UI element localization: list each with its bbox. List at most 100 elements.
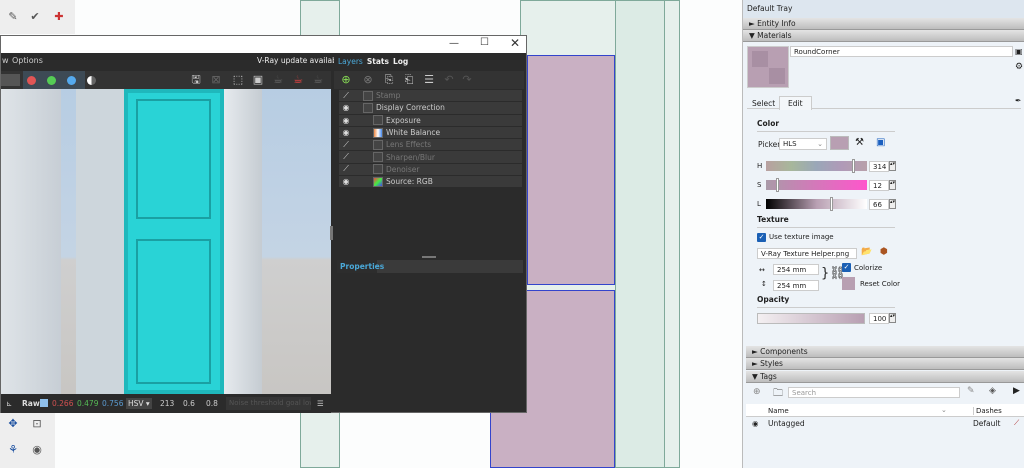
eye-off-icon[interactable]: ⟋ — [339, 140, 353, 150]
red-channel-toggle[interactable] — [27, 76, 36, 85]
opacity-value[interactable]: 100 — [869, 313, 889, 324]
s-value[interactable]: 12 — [869, 180, 889, 191]
section-materials[interactable]: ▼ Materials — [743, 30, 1024, 42]
column-dashes[interactable]: Dashes — [973, 407, 1002, 415]
log-toggle-icon[interactable]: ☰ — [317, 394, 324, 413]
tab-stats[interactable]: Stats — [367, 57, 389, 67]
lightness-slider[interactable] — [766, 197, 867, 211]
layer-source-rgb[interactable]: ◉ Source: RGB — [339, 176, 522, 189]
match-screen-color-icon[interactable]: ▣ — [876, 137, 885, 148]
toolbar-icons-top[interactable]: ✎ ✔ ✚ — [0, 0, 75, 34]
slider-thumb[interactable] — [852, 159, 855, 173]
minimize-button[interactable]: — — [449, 38, 459, 49]
alpha-channel-toggle[interactable] — [87, 76, 96, 85]
stop-render-icon[interactable]: ☕ — [291, 73, 305, 87]
paint-bucket-icon[interactable]: ⚙ — [1015, 62, 1023, 72]
check-icon[interactable]: ✔ — [28, 10, 42, 24]
delete-layer-icon[interactable]: ⊗ — [361, 73, 375, 87]
blue-channel-toggle[interactable] — [67, 76, 76, 85]
texture-width-field[interactable]: 254 mm — [773, 264, 819, 275]
section-styles[interactable]: ► Styles — [746, 358, 1024, 370]
close-button[interactable]: ✕ — [510, 36, 520, 50]
color-mode[interactable]: Raw — [22, 394, 40, 413]
layer-denoiser[interactable]: ⟋ Denoiser — [339, 163, 522, 177]
colorize-checkbox[interactable]: ✓ — [842, 263, 851, 272]
clear-image-icon[interactable]: ⊠ — [209, 73, 223, 87]
color-swatch[interactable] — [830, 136, 849, 150]
tab-log[interactable]: Log — [393, 57, 408, 67]
eye-icon[interactable]: ◉ — [339, 116, 353, 125]
reset-color-swatch[interactable] — [842, 277, 855, 290]
tab-select[interactable]: Select — [752, 99, 775, 108]
list-menu-icon[interactable]: ☰ — [422, 73, 436, 87]
layer-exposure[interactable]: ◉ Exposure — [339, 114, 522, 127]
create-material-icon[interactable]: ▣ — [1015, 47, 1023, 56]
eyedropper-icon[interactable]: ✒ — [1015, 96, 1021, 105]
eye-icon[interactable]: ◉ — [339, 128, 353, 137]
eye-icon[interactable]: ◉ — [339, 177, 353, 186]
layer-display-correction[interactable]: ◉ Display Correction — [339, 102, 522, 115]
pixel-info-icon[interactable]: ⊾ — [6, 394, 12, 413]
tool-icon[interactable]: ✚ — [52, 10, 66, 24]
save-layers-icon[interactable]: ⎗ — [402, 73, 416, 87]
hue-slider[interactable] — [766, 159, 867, 173]
color-space-dropdown[interactable]: HSV ▾ — [126, 398, 152, 409]
panel-splitter-handle[interactable] — [330, 226, 333, 240]
saturation-slider[interactable] — [766, 178, 867, 192]
add-tag-folder-icon[interactable]: 🗀 — [773, 386, 783, 403]
section-entity-info[interactable]: ► Entity Info — [743, 18, 1024, 30]
opacity-slider[interactable] — [757, 313, 865, 324]
channel-dropdown[interactable] — [1, 74, 20, 86]
layer-lens-effects[interactable]: ⟋ Lens Effects — [339, 139, 522, 152]
pencil-icon[interactable]: ✎ — [6, 10, 20, 24]
use-texture-checkbox[interactable]: ✓ — [757, 233, 766, 242]
section-tags[interactable]: ▼ Tags — [746, 371, 1024, 383]
tab-edit[interactable]: Edit — [779, 96, 812, 110]
texture-height-field[interactable]: 254 mm — [773, 280, 819, 291]
l-spinner[interactable]: ▴▾ — [889, 199, 896, 209]
browse-folder-icon[interactable]: 📂 — [861, 247, 872, 257]
opacity-spinner[interactable]: ▴▾ — [889, 313, 896, 323]
texture-file-field[interactable]: V-Ray Texture Helper.png — [757, 248, 857, 259]
tag-color-icon[interactable]: ⟋ — [1014, 418, 1019, 428]
eye-off-icon[interactable]: ⟋ — [339, 152, 353, 162]
splitter-handle[interactable] — [422, 256, 436, 258]
orbit-icon[interactable]: ✥ — [6, 417, 20, 431]
layer-stamp[interactable]: ⟋ Stamp — [339, 90, 522, 103]
section-components[interactable]: ► Components — [746, 346, 1024, 358]
eye-icon[interactable]: ◉ — [752, 419, 759, 428]
maximize-button[interactable]: ☐ — [480, 37, 489, 48]
reset-color-button[interactable]: Reset Color — [860, 280, 900, 288]
paint-tag-icon[interactable]: ✎ — [967, 386, 975, 396]
column-name[interactable]: Name — [768, 407, 789, 415]
render-icon[interactable]: ☕ — [271, 73, 285, 87]
picker-dropdown[interactable]: HLS ⌄ — [779, 138, 827, 150]
green-channel-toggle[interactable] — [47, 76, 56, 85]
load-layers-icon[interactable]: ⎘ — [382, 73, 396, 87]
walk-icon[interactable]: ⚘ — [6, 443, 20, 457]
layer-sharpen-blur[interactable]: ⟋ Sharpen/Blur — [339, 151, 522, 164]
menu-options[interactable]: Options — [12, 56, 43, 65]
l-value[interactable]: 66 — [869, 199, 889, 210]
menu-view[interactable]: w — [2, 56, 9, 65]
sort-chevron-icon[interactable]: ⌄ — [941, 406, 947, 414]
tag-row[interactable]: ◉ Untagged Default ⟋ — [746, 418, 1024, 430]
tray-export-icon[interactable]: ▶ — [1013, 386, 1020, 396]
redo-icon[interactable]: ↷ — [460, 73, 474, 87]
h-spinner[interactable]: ▴▾ — [889, 161, 896, 171]
s-spinner[interactable]: ▴▾ — [889, 180, 896, 190]
material-name-field[interactable]: RoundCorner — [790, 46, 1013, 57]
interactive-render-icon[interactable]: ☕ — [311, 73, 325, 87]
save-image-icon[interactable]: 🖫 — [189, 73, 203, 87]
tags-search-input[interactable]: Search — [788, 387, 960, 398]
edit-texture-icon[interactable]: ⬢ — [880, 247, 888, 257]
tab-layers[interactable]: Layers — [338, 57, 363, 67]
match-model-color-icon[interactable]: ⚒ — [855, 137, 864, 148]
layer-white-balance[interactable]: ◉ White Balance — [339, 126, 522, 140]
slider-thumb[interactable] — [776, 178, 779, 192]
eye-off-icon[interactable]: ⟋ — [339, 91, 353, 101]
look-icon[interactable]: ◉ — [30, 443, 44, 457]
render-preview[interactable] — [1, 89, 331, 394]
add-tag-icon[interactable]: ⊕ — [753, 387, 761, 397]
zoom-icon[interactable]: ⊡ — [30, 417, 44, 431]
